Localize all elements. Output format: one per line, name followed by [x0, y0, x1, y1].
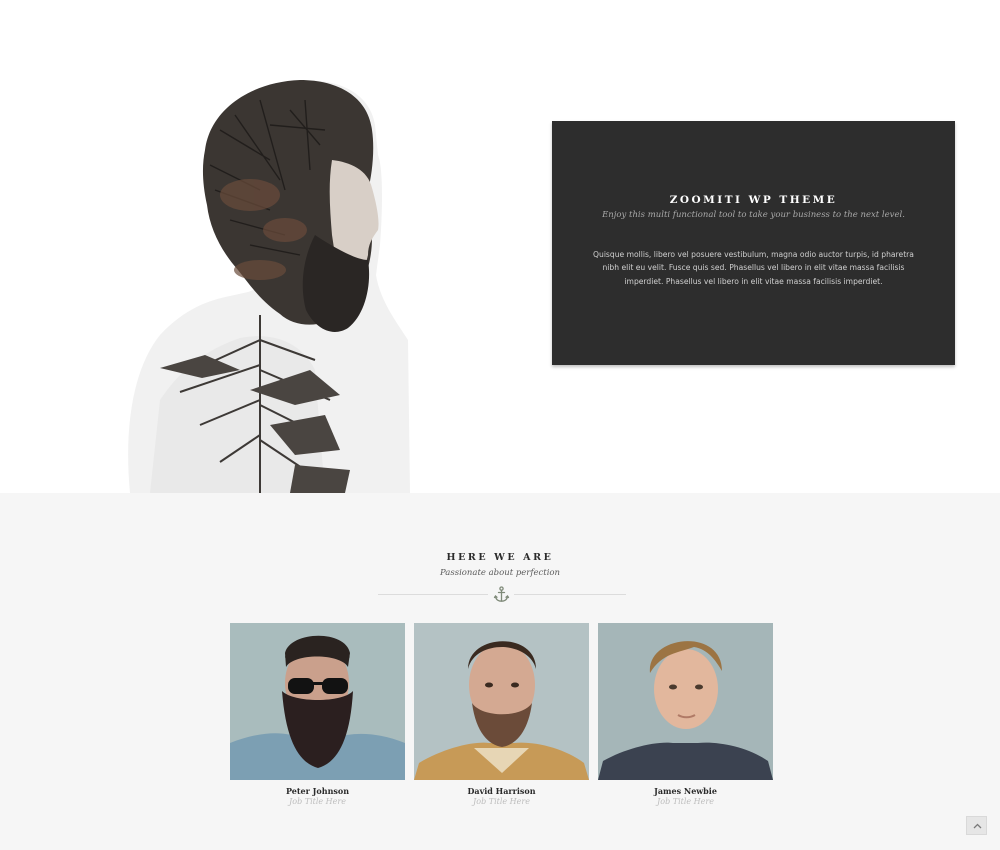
team-member-name: Peter Johnson: [285, 786, 350, 796]
team-member-job-title: Job Title Here: [657, 797, 714, 806]
divider-line-left: [378, 594, 488, 595]
anchor-icon: [493, 586, 510, 602]
promo-box: ZOOMITI WP THEME Enjoy this multi functi…: [552, 121, 955, 365]
team-member-job-title: Job Title Here: [289, 797, 346, 806]
promo-body-text: Quisque mollis, libero vel posuere vesti…: [593, 250, 914, 286]
double-exposure-portrait-image: [128, 80, 410, 493]
promo-subtitle: Enjoy this multi functional tool to take…: [602, 210, 905, 220]
team-member-photo[interactable]: [230, 623, 405, 780]
team-member-photo[interactable]: [414, 623, 589, 780]
back-to-top-button[interactable]: [966, 816, 987, 835]
promo-title: ZOOMITI WP THEME: [669, 194, 838, 206]
team-member-card[interactable]: David Harrison Job Title Here: [414, 623, 589, 806]
team-member-name: James Newbie: [654, 786, 717, 796]
team-member-job-title: Job Title Here: [473, 797, 530, 806]
hero-section: ZOOMITI WP THEME Enjoy this multi functi…: [0, 0, 1000, 493]
team-member-card[interactable]: Peter Johnson Job Title Here: [230, 623, 405, 806]
team-section-title: HERE WE ARE: [446, 552, 554, 563]
team-member-name: David Harrison: [467, 786, 536, 796]
team-section-subtitle: Passionate about perfection: [439, 568, 561, 578]
team-section: HERE WE ARE Passionate about perfection …: [0, 493, 1000, 850]
chevron-up-icon: [973, 823, 982, 829]
divider-line-right: [514, 594, 626, 595]
team-member-photo[interactable]: [598, 623, 773, 780]
team-member-card[interactable]: James Newbie Job Title Here: [598, 623, 773, 806]
